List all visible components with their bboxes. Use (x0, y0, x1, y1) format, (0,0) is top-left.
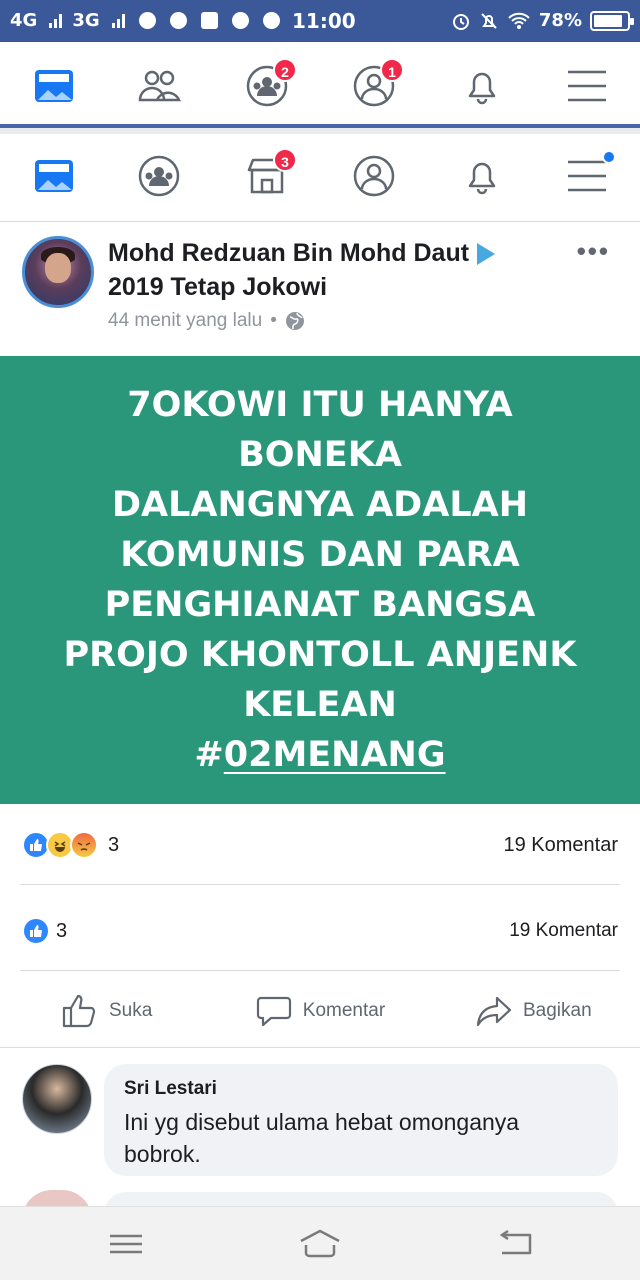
reactions-summary-2[interactable]: 3 19 Komentar (0, 908, 640, 954)
comment-bubble[interactable]: Sri Lestari Ini yg disebut ulama hebat o… (104, 1064, 618, 1176)
profile-tab-2[interactable] (352, 154, 396, 198)
groups-tab-2[interactable] (137, 154, 181, 198)
post-meta: 44 menit yang lalu • (108, 310, 305, 332)
share-label: Bagikan (522, 999, 592, 1021)
menu-notification-dot (602, 150, 616, 164)
groups-badge: 2 (273, 58, 297, 82)
battery-percent: 78% (538, 10, 582, 31)
groups-icon (138, 155, 180, 197)
back-icon[interactable] (496, 1227, 536, 1261)
notifications-tab[interactable] (460, 64, 504, 108)
marketplace-tab[interactable]: 3 (245, 148, 297, 198)
comment-count[interactable]: 19 Komentar (509, 920, 618, 942)
hashtag-line: #02MENANG (40, 730, 600, 780)
news-feed-tab-2[interactable] (32, 154, 76, 198)
whatsapp-icon (138, 12, 156, 29)
facebook-icon (200, 12, 218, 29)
share-button[interactable]: Bagikan (427, 974, 640, 1047)
angry-reaction-icon (70, 831, 98, 859)
bell-icon (468, 72, 496, 105)
globe-icon (285, 312, 304, 330)
friends-icon (138, 70, 181, 102)
shared-to-group[interactable]: 2019 Tetap Jokowi (108, 273, 327, 301)
comment-icon (256, 996, 291, 1026)
post-actions: Suka Komentar Bagikan (0, 974, 640, 1048)
comment-label: Komentar (302, 999, 386, 1021)
post-header: Mohd Redzuan Bin Mohd Daut 2019 Tetap Jo… (0, 222, 640, 356)
post-line: PROJO KHONTOLL ANJENK (63, 635, 577, 675)
top-nav-bar: 2 1 (0, 42, 640, 128)
divider (20, 970, 620, 971)
menu-tab[interactable] (566, 64, 610, 108)
post-line: DALANGNYA ADALAH (111, 485, 529, 525)
divider (20, 884, 620, 885)
alarm-icon (452, 13, 469, 30)
share-arrow-icon (476, 996, 512, 1026)
comment-text: Ini yg disebut ulama hebat omonganya bob… (124, 1109, 520, 1167)
status-left: 4G 3G (10, 10, 280, 31)
clock: 11:00 (292, 9, 356, 33)
notifications-tab-2[interactable] (460, 154, 504, 198)
battery-icon (590, 10, 634, 31)
post-time[interactable]: 44 menit yang lalu (108, 310, 262, 332)
reaction-count: 3 (56, 919, 68, 942)
post-line: KOMUNIS DAN PARA (120, 535, 520, 575)
comment-item: Sri Lestari Ini yg disebut ulama hebat o… (0, 1060, 640, 1190)
post-line: PENGHIANAT BANGSA (104, 585, 536, 625)
second-nav-bar: 3 (0, 134, 640, 222)
signal-icon (49, 13, 63, 28)
menu-icon (568, 70, 606, 102)
mute-icon (481, 12, 497, 29)
network-4g-label: 4G (10, 10, 38, 31)
chat-bubble-icon (169, 12, 187, 29)
commenter-name[interactable]: Sri Lestari (124, 1078, 598, 1100)
friends-tab[interactable] (137, 64, 181, 108)
groups-tab[interactable]: 2 (245, 58, 297, 108)
news-feed-icon (35, 70, 73, 102)
news-feed-icon (35, 160, 73, 192)
post-body: 7OKOWI ITU HANYA BONEKA DALANGNYA ADALAH… (0, 356, 640, 804)
status-right: 78% (451, 10, 634, 31)
meta-separator: • (270, 310, 277, 331)
status-bar: 4G 3G 11:00 78% (0, 0, 640, 42)
profile-tab[interactable]: 1 (352, 58, 404, 108)
like-label: Suka (109, 999, 153, 1021)
hashtag-prefix: # (194, 735, 224, 775)
profile-badge: 1 (380, 58, 404, 82)
wifi-icon (508, 12, 530, 29)
bell-icon (468, 162, 496, 195)
news-feed-tab[interactable] (32, 64, 76, 108)
commenter-avatar[interactable] (22, 1064, 92, 1134)
post-author: Mohd Redzuan Bin Mohd Daut 2019 Tetap Jo… (108, 236, 528, 304)
author-avatar[interactable] (22, 236, 94, 308)
system-nav-bar (0, 1206, 640, 1280)
like-reaction-icon (22, 917, 50, 945)
post-line: KELEAN (243, 685, 397, 725)
messenger-icon (262, 12, 280, 29)
like-button[interactable]: Suka (0, 974, 213, 1047)
post-line: 7OKOWI ITU HANYA BONEKA (127, 385, 513, 475)
marketplace-badge: 3 (273, 148, 297, 172)
thumbs-up-icon (62, 994, 96, 1027)
signal-icon-2 (111, 13, 125, 28)
menu-tab-2[interactable] (566, 150, 616, 198)
reactions-summary[interactable]: 3 19 Komentar (0, 822, 640, 868)
recent-apps-icon[interactable] (106, 1227, 146, 1261)
arrow-right-icon (477, 243, 496, 266)
comment-button[interactable]: Komentar (213, 974, 426, 1047)
compass-icon (231, 12, 249, 29)
more-options-button[interactable]: ••• (577, 236, 610, 267)
profile-icon (353, 155, 395, 197)
network-3g-label: 3G (72, 10, 100, 31)
author-name[interactable]: Mohd Redzuan Bin Mohd Daut (108, 239, 469, 267)
hashtag-link[interactable]: 02MENANG (224, 735, 446, 775)
post-text: 7OKOWI ITU HANYA BONEKA DALANGNYA ADALAH… (0, 380, 640, 780)
home-icon[interactable] (298, 1227, 342, 1261)
comment-count[interactable]: 19 Komentar (503, 834, 618, 857)
reaction-count: 3 (108, 833, 120, 856)
